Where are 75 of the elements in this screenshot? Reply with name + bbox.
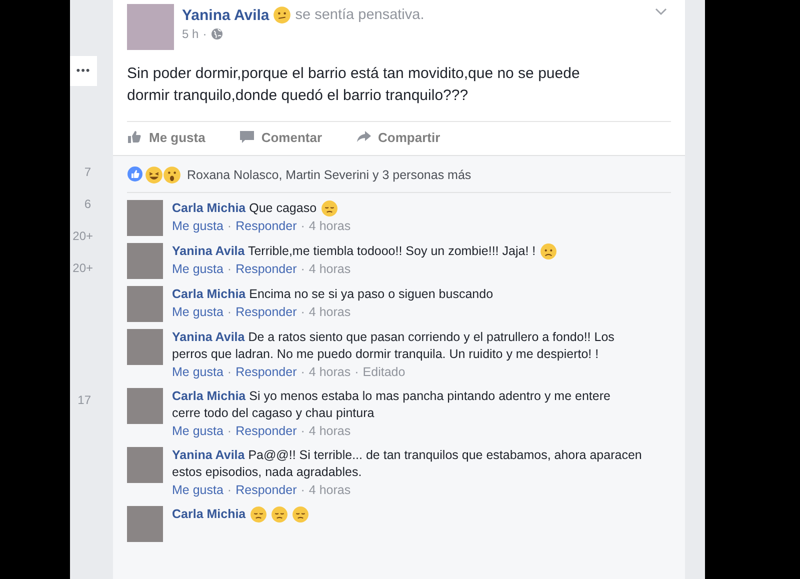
comment-link[interactable]: Me gusta	[172, 482, 224, 499]
comment-text: Yanina Avila De a ratos siento que pasan corriendo y el patrullero a fondo!! Los perros que ladran. No me puedo dormir tranquila. Un ruidito y me despierto! !	[172, 329, 616, 363]
emoji-pensive-icon	[273, 6, 292, 24]
count-label: 20+	[72, 229, 93, 243]
emoji-sad-icon	[292, 506, 309, 523]
comment-link[interactable]: Me gusta	[172, 364, 224, 381]
separator-dot: ·	[227, 423, 232, 440]
separator-dot: ·	[300, 482, 305, 499]
count-label: 7	[84, 165, 91, 179]
post-text: Sin poder dormir,porque el barrio está tan movidito,que no se puede dormir tranquilo,donde quedó el barrio tranquilo???	[127, 64, 581, 106]
comment-link[interactable]: Responder	[236, 364, 297, 381]
comment-link[interactable]: Responder	[236, 423, 297, 440]
comment-time[interactable]: 4 horas	[308, 218, 351, 235]
separator-dot: ·	[227, 261, 232, 278]
emoji-surprised-icon	[163, 166, 181, 184]
comment-time[interactable]: 4 horas	[308, 423, 351, 440]
separator-dot: ·	[300, 218, 305, 235]
emoji-sad-icon	[270, 506, 288, 523]
comment-text: Carla Michia Que cagaso	[172, 200, 317, 217]
emoji-laughing-icon	[145, 166, 163, 184]
comment-time[interactable]: 4 horas	[308, 482, 351, 499]
separator-dot: ·	[227, 218, 232, 235]
comment-time[interactable]: 4 horas	[308, 304, 351, 321]
reactions-summary[interactable]: Roxana Nolasco, Martin Severini y 3 personas más	[187, 168, 472, 182]
comment-text: Carla Michia Encima no se si ya paso o siguen buscando	[172, 286, 494, 303]
chevron-down-icon[interactable]	[655, 8, 667, 16]
comment-link[interactable]: Me gusta	[172, 304, 224, 321]
separator-dot: ·	[354, 364, 359, 381]
avatar-photo	[127, 329, 163, 365]
separator-dot: ·	[300, 364, 305, 381]
post-time[interactable]: 5 h	[182, 27, 199, 41]
avatar-photo	[127, 506, 163, 542]
like-button[interactable]: Me gusta	[127, 129, 206, 145]
feeling-text: se sentía pensativa.	[295, 7, 424, 23]
comment-link[interactable]: Responder	[236, 218, 297, 235]
edited-label[interactable]: Editado	[362, 364, 406, 381]
comment-text: Yanina Avila Pa@@!! Si terrible... de tan tranquilos que estabamos, ahora aparacen estos episodios, nada agradables.	[172, 447, 642, 481]
avatar-photo	[127, 447, 163, 483]
more-button[interactable]: •••	[70, 56, 97, 86]
globe-icon	[210, 28, 223, 40]
avatar-photo	[127, 243, 163, 279]
separator-dot: ·	[300, 261, 305, 278]
thumbs-up-icon	[127, 166, 145, 184]
comment-link[interactable]: Responder	[236, 261, 297, 278]
count-label: 17	[78, 393, 91, 407]
separator-dot: ·	[227, 482, 232, 499]
emoji-sad-icon	[320, 200, 338, 217]
emoji-sad-icon	[250, 506, 267, 523]
comment-time[interactable]: 4 horas	[308, 261, 351, 278]
separator-dot: ·	[300, 423, 305, 440]
avatar-photo	[127, 200, 163, 236]
comment-text: Carla Michia	[172, 506, 246, 523]
comment-link[interactable]: Me gusta	[172, 218, 224, 235]
separator-dot: ·	[227, 304, 232, 321]
comment-link[interactable]: Responder	[236, 304, 297, 321]
separator-dot: ·	[227, 364, 232, 381]
separator-dot: ·	[300, 304, 305, 321]
avatar-photo	[127, 4, 174, 50]
comment-link[interactable]: Me gusta	[172, 261, 224, 278]
comment-link[interactable]: Me gusta	[172, 423, 224, 440]
thumbs-up-icon	[127, 129, 143, 145]
speech-bubble-icon	[239, 129, 256, 145]
comment-time[interactable]: 4 horas	[308, 364, 351, 381]
comment-link[interactable]: Responder	[236, 482, 297, 499]
avatar-photo	[127, 286, 163, 322]
count-label: 20+	[72, 261, 93, 275]
comment-text: Carla Michia Si yo menos estaba lo mas pancha pintando adentro y me entere cerre todo del cagaso y chau pintura	[172, 388, 612, 422]
share-button[interactable]: Compartir	[356, 129, 440, 145]
avatar-photo	[127, 388, 163, 424]
comment-text: Yanina Avila Terrible,me tiembla todooo!! Soy un zombie!!! Jaja! !	[172, 243, 536, 260]
emoji-worried-icon	[540, 243, 557, 260]
count-label: 6	[84, 197, 91, 211]
author-name[interactable]: Yanina Avila	[182, 6, 270, 24]
separator-dot: ·	[202, 27, 207, 41]
comment-button[interactable]: Comentar	[239, 129, 322, 145]
